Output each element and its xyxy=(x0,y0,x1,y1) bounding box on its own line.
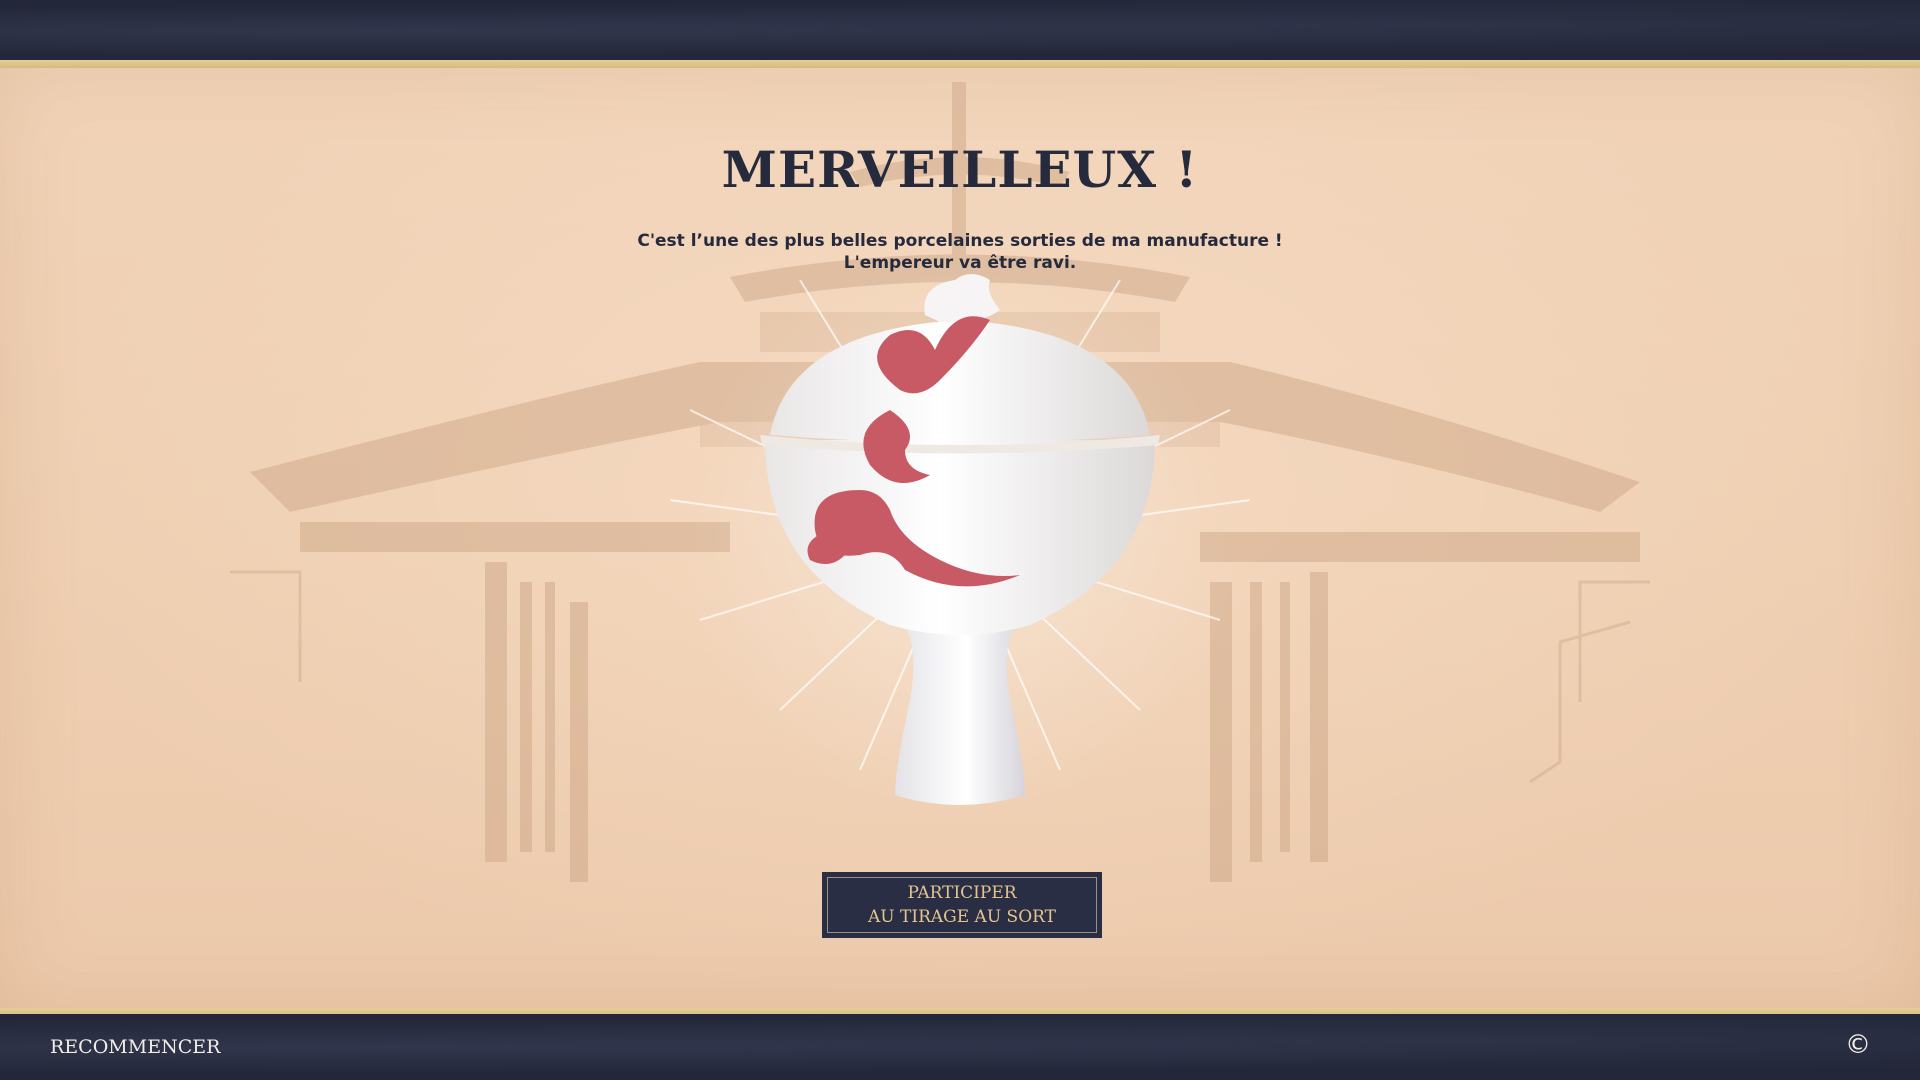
restart-button[interactable]: RECOMMENCER xyxy=(50,1036,220,1058)
top-frame xyxy=(0,0,1920,62)
participate-draw-button[interactable]: PARTICIPER AU TIRAGE AU SORT xyxy=(822,872,1102,938)
participate-draw-button-line-2: AU TIRAGE AU SORT xyxy=(868,907,1056,927)
participate-draw-button-line-1: PARTICIPER xyxy=(907,883,1017,903)
page-title: MERVEILLEUX ! xyxy=(721,140,1199,199)
porcelain-vase-image xyxy=(669,260,1251,820)
copyright-icon[interactable]: © xyxy=(1840,1030,1876,1062)
bottom-bar xyxy=(0,1014,1920,1080)
